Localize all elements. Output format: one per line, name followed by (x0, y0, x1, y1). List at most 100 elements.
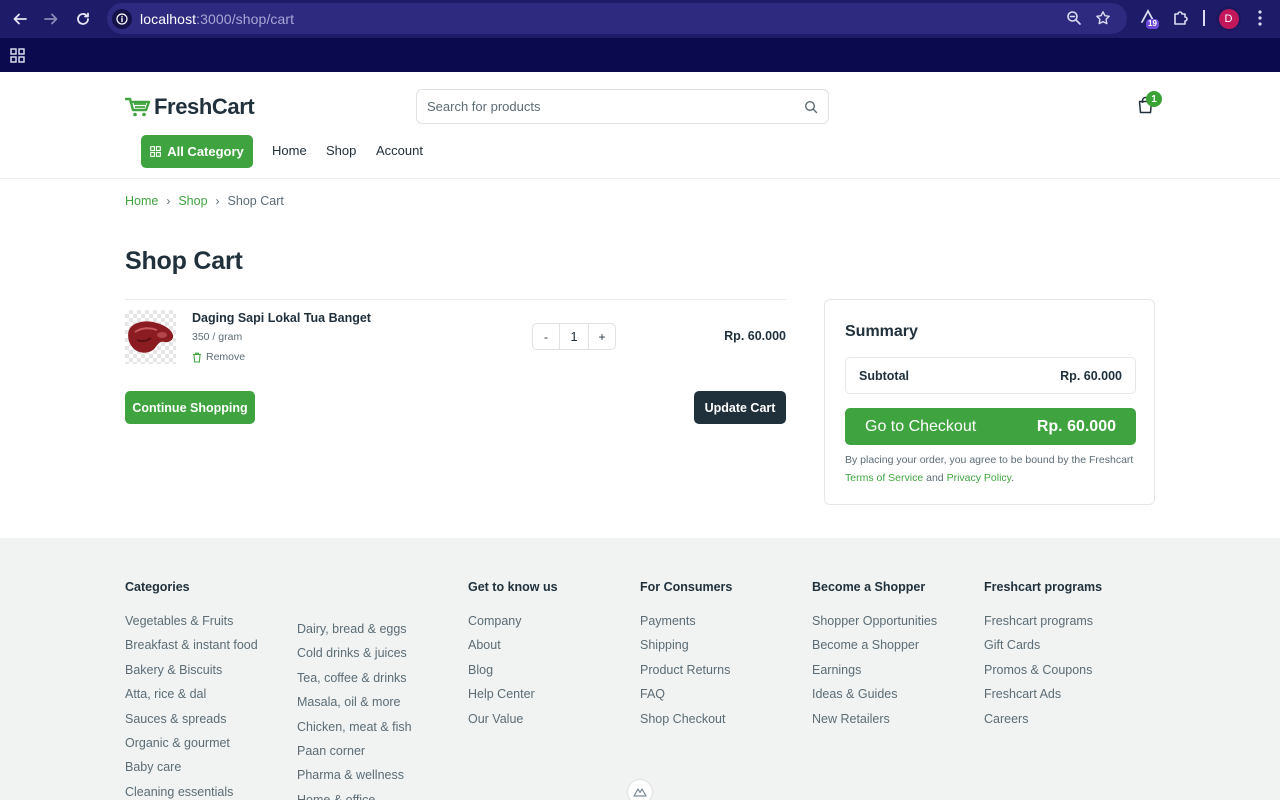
subtotal-label: Subtotal (859, 368, 909, 383)
footer-heading: Categories (125, 580, 190, 594)
footer-link[interactable]: Company (468, 612, 558, 636)
footer-link[interactable]: Careers (984, 710, 1102, 734)
footer-link[interactable]: Earnings (812, 661, 937, 685)
product-thumbnail[interactable] (125, 310, 176, 364)
site-header: FreshCart 1 All Category Home Shop Accou… (0, 72, 1280, 179)
search-box[interactable] (416, 89, 829, 124)
search-input[interactable] (417, 90, 804, 123)
footer-link[interactable]: Shopper Opportunities (812, 612, 937, 636)
breadcrumb: Home › Shop › Shop Cart (125, 194, 284, 208)
terms-text: By placing your order, you agree to be b… (845, 451, 1145, 487)
footer-link[interactable]: Shipping (640, 636, 732, 660)
increase-quantity-button[interactable]: + (588, 324, 615, 349)
footer-link[interactable]: Masala, oil & more (297, 693, 412, 717)
toolbar-divider (1203, 10, 1205, 26)
privacy-policy-link[interactable]: Privacy Policy (947, 472, 1012, 484)
forward-button[interactable] (35, 3, 67, 35)
terms-intro: By placing your order, you agree to be b… (845, 454, 1134, 466)
footer-link[interactable]: Baby care (125, 758, 258, 782)
nav-account[interactable]: Account (376, 143, 423, 158)
footer-heading: Become a Shopper (812, 580, 926, 594)
remove-label: Remove (206, 351, 246, 363)
subtotal-value: Rp. 60.000 (1060, 368, 1122, 383)
profile-initial: D (1218, 8, 1239, 29)
site-info-icon[interactable] (112, 8, 132, 29)
all-category-label: All Category (167, 144, 244, 159)
breadcrumb-shop[interactable]: Shop (178, 194, 207, 208)
footer-list: Dairy, bread & eggs Cold drinks & juices… (297, 620, 412, 800)
footer-link[interactable]: Cleaning essentials (125, 783, 258, 800)
chevron-right-icon: › (215, 194, 220, 208)
quantity-value[interactable]: 1 (560, 324, 588, 349)
continue-shopping-button[interactable]: Continue Shopping (125, 391, 255, 424)
footer-link[interactable]: Shop Checkout (640, 710, 732, 734)
footer-know-us: Get to know us Company About Blog Help C… (468, 580, 558, 734)
reload-button[interactable] (67, 3, 99, 35)
terms-of-service-link[interactable]: Terms of Service (845, 472, 923, 484)
nav-home[interactable]: Home (272, 143, 307, 158)
footer-link[interactable]: Home & office (297, 791, 412, 800)
footer-link[interactable]: Bakery & Biscuits (125, 661, 258, 685)
more-menu-icon[interactable] (1252, 9, 1268, 32)
order-summary-card: Summary Subtotal Rp. 60.000 Go to Checko… (824, 299, 1155, 505)
footer-link[interactable]: Payments (640, 612, 732, 636)
cart-count-badge: 1 (1146, 91, 1162, 107)
footer-link[interactable]: Vegetables & Fruits (125, 612, 258, 636)
footer-link[interactable]: New Retailers (812, 710, 937, 734)
footer-link[interactable]: Our Value (468, 710, 558, 734)
footer-link[interactable]: Cold drinks & juices (297, 644, 412, 668)
checkout-button[interactable]: Go to Checkout Rp. 60.000 (845, 408, 1136, 445)
nav-shop[interactable]: Shop (326, 143, 356, 158)
footer-link[interactable]: Help Center (468, 685, 558, 709)
browser-toolbar: localhost:3000/shop/cart 19 D (0, 0, 1280, 38)
footer-link[interactable]: Promos & Coupons (984, 661, 1102, 685)
footer-link[interactable]: Sauces & spreads (125, 710, 258, 734)
footer-link[interactable]: About (468, 636, 558, 660)
back-button[interactable] (4, 3, 36, 35)
bookmark-star-icon[interactable] (1095, 10, 1111, 31)
nuxt-devtools-icon[interactable] (627, 779, 653, 800)
extensions-puzzle-icon[interactable] (1172, 9, 1190, 32)
search-icon[interactable] (804, 100, 818, 114)
footer-link[interactable]: Organic & gourmet (125, 734, 258, 758)
logo[interactable]: FreshCart (125, 94, 255, 120)
footer-link[interactable]: Paan corner (297, 742, 412, 766)
footer-link[interactable]: Freshcart programs (984, 612, 1102, 636)
footer-link[interactable]: FAQ (640, 685, 732, 709)
footer-link[interactable]: Dairy, bread & eggs (297, 620, 412, 644)
apps-grid-icon[interactable] (10, 48, 25, 68)
quantity-stepper: - 1 + (532, 323, 616, 350)
footer-link[interactable]: Product Returns (640, 661, 732, 685)
product-unit: 350 / gram (192, 331, 243, 343)
all-category-button[interactable]: All Category (141, 135, 253, 168)
arrow-left-icon (13, 13, 27, 25)
grid-icon (150, 146, 162, 157)
product-name[interactable]: Daging Sapi Lokal Tua Banget (192, 311, 371, 325)
footer-link[interactable]: Breakfast & instant food (125, 636, 258, 660)
footer-link[interactable]: Tea, coffee & drinks (297, 669, 412, 693)
footer-link[interactable]: Ideas & Guides (812, 685, 937, 709)
update-cart-button[interactable]: Update Cart (694, 391, 786, 424)
address-bar[interactable]: localhost:3000/shop/cart (107, 3, 1127, 34)
footer-link[interactable]: Chicken, meat & fish (297, 718, 412, 742)
footer-link[interactable]: Gift Cards (984, 636, 1102, 660)
decrease-quantity-button[interactable]: - (533, 324, 560, 349)
terms-period: . (1011, 472, 1015, 484)
extension-badge: 19 (1146, 19, 1159, 29)
footer-link[interactable]: Pharma & wellness (297, 766, 412, 790)
footer-list: Freshcart programs Gift Cards Promos & C… (984, 612, 1102, 734)
profile-avatar[interactable]: D (1216, 6, 1241, 31)
remove-button[interactable]: Remove (192, 351, 245, 363)
url-host: localhost (140, 10, 197, 27)
arrow-right-icon (44, 13, 58, 25)
footer-link[interactable]: Become a Shopper (812, 636, 937, 660)
footer-link[interactable]: Atta, rice & dal (125, 685, 258, 709)
footer-link[interactable]: Blog (468, 661, 558, 685)
zoom-icon[interactable] (1066, 10, 1082, 31)
breadcrumb-home[interactable]: Home (125, 194, 158, 208)
page-title: Shop Cart (125, 247, 243, 275)
trash-icon (193, 352, 201, 363)
footer-list: Vegetables & Fruits Breakfast & instant … (125, 612, 258, 800)
footer-link[interactable]: Freshcart Ads (984, 685, 1102, 709)
footer-list: Payments Shipping Product Returns FAQ Sh… (640, 612, 732, 734)
